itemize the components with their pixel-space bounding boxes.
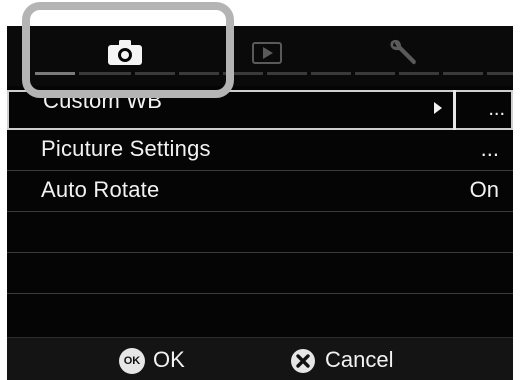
menu-item-value: ... — [480, 136, 499, 161]
menu-item-auto-rotate[interactable]: Auto Rotate On — [7, 171, 513, 212]
menu-empty-row — [7, 294, 513, 334]
wrench-icon — [390, 39, 416, 65]
ok-button-icon: OK — [119, 348, 145, 374]
menu-item-value: On — [469, 177, 499, 202]
menu-footer: OK OK Cancel — [7, 337, 513, 380]
cancel-button-label[interactable]: Cancel — [325, 347, 393, 373]
menu-item-value: ... — [488, 98, 505, 120]
menu-item-label: Picuture Settings — [41, 136, 211, 161]
tab-indicator-segment — [399, 72, 439, 75]
menu-empty-row — [7, 212, 513, 253]
cancel-x-icon — [291, 349, 315, 373]
tab-indicator-segment — [267, 72, 307, 75]
highlight-frame — [22, 2, 234, 98]
menu-item-label: Auto Rotate — [41, 177, 160, 202]
tab-indicator-segment — [487, 72, 513, 75]
ok-button-label[interactable]: OK — [153, 347, 185, 373]
tab-playback[interactable] — [252, 42, 282, 69]
playback-icon — [252, 42, 282, 64]
tab-indicator-segment — [355, 72, 395, 75]
submenu-arrow-icon — [434, 102, 442, 114]
tab-settings[interactable] — [385, 38, 421, 73]
menu-empty-row — [7, 253, 513, 294]
menu-item-picture-settings[interactable]: Picuture Settings ... — [7, 130, 513, 171]
menu-item-value-box[interactable]: ... — [453, 90, 513, 130]
tab-indicator-segment — [443, 72, 483, 75]
tab-indicator-segment — [311, 72, 351, 75]
